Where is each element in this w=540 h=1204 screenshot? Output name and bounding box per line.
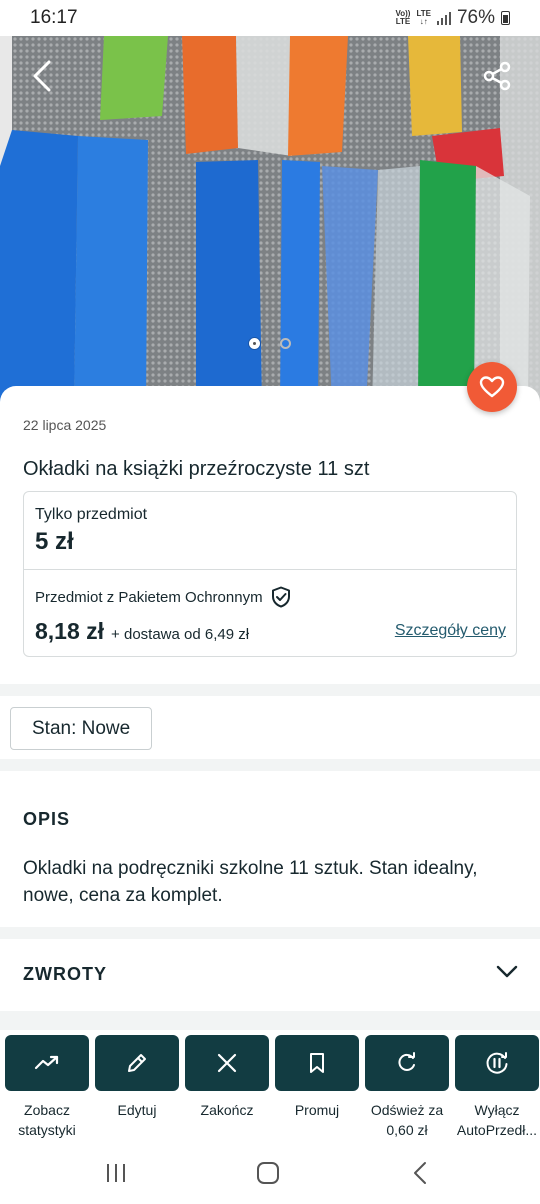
refresh-icon — [398, 1052, 415, 1071]
action-statistics[interactable]: Zobacz statystyki — [5, 1035, 89, 1140]
autorefresh-off-button[interactable] — [455, 1035, 539, 1091]
back-chevron-icon — [414, 1162, 426, 1184]
close-listing-label: Zakończ — [200, 1102, 254, 1118]
home-icon — [257, 1162, 279, 1184]
listing-date: 22 lipca 2025 — [23, 417, 107, 433]
system-navigation-bar — [0, 1146, 540, 1204]
status-bar: 16:17 Vo)) LTE LTE ↓↑ 76% — [0, 0, 540, 36]
close-listing-button[interactable] — [185, 1035, 269, 1091]
edit-label: Edytuj — [117, 1102, 157, 1118]
battery-icon — [501, 11, 510, 25]
action-edit[interactable]: Edytuj — [95, 1035, 179, 1140]
protected-label: Przedmiot z Pakietem Ochronnym — [35, 588, 263, 606]
description-section: OPIS Okladki na podręczniki szkolne 11 s… — [0, 771, 540, 927]
item-details: 22 lipca 2025 Okładki na książki przeźro… — [0, 386, 540, 684]
item-only-price: 5 zł — [35, 528, 74, 555]
bookmark-icon — [310, 1053, 324, 1073]
item-title: Okładki na książki przeźroczyste 11 szt — [23, 458, 370, 480]
owner-action-bar: Zobacz statystyki Edytuj Zakończ Promuj … — [0, 1030, 540, 1146]
product-image-carousel[interactable] — [0, 36, 540, 406]
description-heading: OPIS — [23, 809, 71, 829]
action-promote[interactable]: Promuj — [275, 1035, 359, 1140]
statistics-label: Zobacz statystyki — [18, 1102, 76, 1138]
protected-price: 8,18 zł — [35, 618, 105, 644]
action-autorefresh-off[interactable]: Wyłącz AutoPrzedł... — [455, 1035, 539, 1140]
autorefresh-off-label: Wyłącz AutoPrzedł... — [456, 1102, 538, 1138]
carousel-indicator — [0, 338, 540, 349]
arrow-left-icon — [33, 60, 51, 92]
volte-icon: Vo)) LTE — [395, 9, 411, 26]
chevron-down-icon[interactable] — [496, 965, 518, 979]
trending-up-icon — [34, 1055, 59, 1070]
protected-label-row: Przedmiot z Pakietem Ochronnym — [35, 586, 291, 608]
statistics-button[interactable] — [5, 1035, 89, 1091]
returns-heading: ZWROTY — [23, 964, 107, 984]
favorite-button[interactable] — [467, 362, 517, 412]
carousel-dot-active[interactable] — [249, 338, 260, 349]
action-close-listing[interactable]: Zakończ — [185, 1035, 269, 1140]
signal-icon — [436, 11, 451, 25]
price-row-item-only — [24, 492, 516, 570]
price-box: Tylko przedmiot 5 zł Przedmiot z Pakiete… — [23, 491, 517, 657]
pencil-icon — [128, 1054, 146, 1072]
condition-section: Stan: Nowe — [0, 696, 540, 759]
returns-section[interactable]: ZWROTY — [0, 939, 540, 1011]
close-icon — [217, 1053, 237, 1073]
share-button[interactable] — [478, 56, 518, 96]
back-button[interactable] — [22, 56, 62, 96]
product-photo — [0, 36, 540, 406]
protected-price-row: 8,18 zł + dostawa od 6,49 zł — [35, 618, 249, 645]
share-icon — [483, 61, 511, 91]
refresh-button[interactable] — [365, 1035, 449, 1091]
system-back-button[interactable] — [400, 1158, 440, 1188]
status-time: 16:17 — [30, 7, 78, 28]
status-icons: Vo)) LTE LTE ↓↑ 76% — [395, 7, 510, 29]
home-button[interactable] — [248, 1158, 288, 1188]
recent-apps-icon — [107, 1164, 125, 1182]
recent-apps-button[interactable] — [96, 1158, 136, 1188]
shield-check-icon[interactable] — [271, 586, 291, 608]
heart-icon — [479, 376, 505, 398]
pause-autorefresh-icon — [486, 1052, 508, 1074]
price-details-link[interactable]: Szczegóły ceny — [395, 622, 506, 640]
refresh-label: Odśwież za 0,60 zł — [370, 1102, 444, 1138]
description-text: Okladki na podręczniki szkolne 11 sztuk.… — [23, 858, 478, 906]
item-only-label: Tylko przedmiot — [35, 506, 148, 523]
carousel-dot[interactable] — [280, 338, 291, 349]
action-refresh[interactable]: Odśwież za 0,60 zł — [365, 1035, 449, 1140]
edit-button[interactable] — [95, 1035, 179, 1091]
shipping-price: + dostawa od 6,49 zł — [111, 626, 250, 643]
promote-button[interactable] — [275, 1035, 359, 1091]
promote-label: Promuj — [294, 1102, 340, 1118]
condition-chip[interactable]: Stan: Nowe — [10, 707, 153, 750]
lte-icon: LTE ↓↑ — [416, 9, 431, 26]
battery-percent: 76% — [456, 7, 495, 28]
